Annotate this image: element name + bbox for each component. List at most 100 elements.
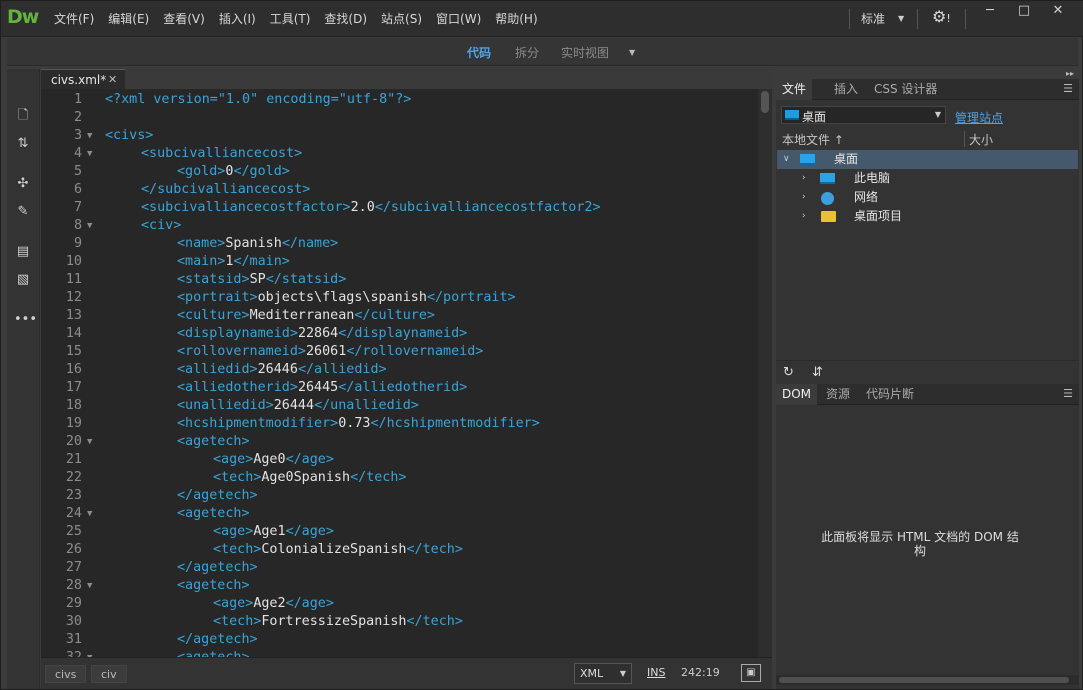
breadcrumb-civs[interactable]: civs xyxy=(45,665,87,683)
language-select[interactable]: XML ▼ xyxy=(574,663,632,684)
column-size[interactable]: 大小 xyxy=(969,131,993,148)
fold-toggle-icon[interactable]: ▼ xyxy=(87,433,92,451)
code-line[interactable]: 21 <age>Age0</age> xyxy=(41,451,758,469)
column-divider[interactable] xyxy=(964,131,965,147)
preview-icon[interactable]: ▣ xyxy=(741,664,761,682)
tree-item-this-pc[interactable]: › 此电脑 xyxy=(777,169,1078,188)
code-line[interactable]: 13 <culture>Mediterranean</culture> xyxy=(41,307,758,325)
code-line[interactable]: 32 ▼ <agetech> xyxy=(41,649,758,657)
get-files-icon[interactable]: ⇵ xyxy=(812,365,823,380)
code-line[interactable]: 27 </agetech> xyxy=(41,559,758,577)
code-line[interactable]: 10 <main>1</main> xyxy=(41,253,758,271)
workspace-switcher[interactable]: 标准 xyxy=(861,10,885,27)
menu-file[interactable]: 文件(F) xyxy=(47,1,101,37)
chevron-right-icon[interactable]: › xyxy=(802,207,806,226)
code-line[interactable]: 28 ▼ <agetech> xyxy=(41,577,758,595)
close-icon[interactable]: ✕ xyxy=(108,73,117,86)
chevron-down-icon[interactable]: ▼ xyxy=(629,48,635,57)
view-tab-live[interactable]: 实时视图 xyxy=(561,44,609,61)
maximize-button[interactable]: □ xyxy=(1007,1,1041,23)
code-line[interactable]: 31 </agetech> xyxy=(41,631,758,649)
code-line[interactable]: 6 </subcivalliancecost> xyxy=(41,181,758,199)
scrollbar-thumb[interactable] xyxy=(779,677,1069,683)
code-line[interactable]: 5 <gold>0</gold> xyxy=(41,163,758,181)
tree-item-desktop-project[interactable]: › 桌面项目 xyxy=(777,207,1078,226)
panel-menu-icon[interactable]: ☰ xyxy=(1063,82,1073,95)
view-tab-code[interactable]: 代码 xyxy=(467,44,491,61)
menu-find[interactable]: 查找(D) xyxy=(317,1,374,37)
insert-mode-indicator[interactable]: INS xyxy=(647,666,665,679)
fold-toggle-icon[interactable]: ▼ xyxy=(87,217,92,235)
chevron-right-icon[interactable]: › xyxy=(802,188,806,207)
code-line[interactable]: 7 <subcivalliancecostfactor>2.0</subcival… xyxy=(41,199,758,217)
remove-comment-icon[interactable]: ▧ xyxy=(14,271,32,289)
scrollbar-thumb[interactable] xyxy=(761,91,769,113)
code-editor[interactable]: 1 <?xml version="1.0" encoding="utf-8"?> 2… xyxy=(41,89,772,657)
menu-edit[interactable]: 编辑(E) xyxy=(101,1,156,37)
refresh-icon[interactable]: ↻ xyxy=(783,365,794,380)
tree-item-network[interactable]: › 网络 xyxy=(777,188,1078,207)
tab-css-designer[interactable]: CSS 设计器 xyxy=(868,79,943,100)
menu-site[interactable]: 站点(S) xyxy=(374,1,429,37)
code-line[interactable]: 18 <unalliedid>26444</unalliedid> xyxy=(41,397,758,415)
code-line[interactable]: 2 xyxy=(41,109,758,127)
minimize-button[interactable]: ─ xyxy=(973,1,1007,23)
breadcrumb-civ[interactable]: civ xyxy=(91,665,127,683)
view-tab-split[interactable]: 拆分 xyxy=(515,44,539,61)
tab-snippets[interactable]: 代码片断 xyxy=(860,384,920,405)
code-line[interactable]: 17 <alliedotherid>26445</alliedotherid> xyxy=(41,379,758,397)
fold-toggle-icon[interactable]: ▼ xyxy=(87,577,92,595)
fold-toggle-icon[interactable]: ▼ xyxy=(87,127,92,145)
menu-insert[interactable]: 插入(I) xyxy=(212,1,263,37)
menu-view[interactable]: 查看(V) xyxy=(156,1,212,37)
code-line[interactable]: 16 <alliedid>26446</alliedid> xyxy=(41,361,758,379)
menu-help[interactable]: 帮助(H) xyxy=(488,1,544,37)
code-line[interactable]: 22 <tech>Age0Spanish</tech> xyxy=(41,469,758,487)
code-line[interactable]: 3 ▼ <civs> xyxy=(41,127,758,145)
code-line[interactable]: 4 ▼ <subcivalliancecost> xyxy=(41,145,758,163)
column-local-files[interactable]: 本地文件 ↑ xyxy=(782,131,844,148)
tab-insert[interactable]: 插入 xyxy=(828,79,864,100)
code-line[interactable]: 29 <age>Age2</age> xyxy=(41,595,758,613)
collapse-panels-icon[interactable]: ▸▸ xyxy=(1066,69,1074,78)
menu-tools[interactable]: 工具(T) xyxy=(263,1,318,37)
chevron-down-icon[interactable]: ▼ xyxy=(898,14,904,23)
site-select[interactable]: 桌面 ▼ xyxy=(781,106,946,124)
code-line[interactable]: 14 <displaynameid>22864</displaynameid> xyxy=(41,325,758,343)
tab-files[interactable]: 文件 xyxy=(776,79,813,100)
code-line[interactable]: 15 <rollovernameid>26061</rollovernameid> xyxy=(41,343,758,361)
open-document-icon[interactable]: 🗋 xyxy=(14,107,32,125)
tab-assets[interactable]: 资源 xyxy=(820,384,856,405)
panel-menu-icon[interactable]: ☰ xyxy=(1063,387,1073,400)
chevron-down-icon[interactable]: ∨ xyxy=(783,150,790,169)
manage-sites-link[interactable]: 管理站点 xyxy=(955,109,1003,126)
tree-item-desktop[interactable]: ∨ 桌面 xyxy=(777,150,1078,169)
fold-toggle-icon[interactable]: ▼ xyxy=(87,145,92,163)
vertical-scrollbar[interactable] xyxy=(758,89,772,657)
close-button[interactable]: ✕ xyxy=(1041,1,1075,23)
menu-window[interactable]: 窗口(W) xyxy=(429,1,488,37)
code-line[interactable]: 1 <?xml version="1.0" encoding="utf-8"?> xyxy=(41,91,758,109)
code-line[interactable]: 20 ▼ <agetech> xyxy=(41,433,758,451)
code-line[interactable]: 23 </agetech> xyxy=(41,487,758,505)
code-line[interactable]: 11 <statsid>SP</statsid> xyxy=(41,271,758,289)
chevron-right-icon[interactable]: › xyxy=(802,169,806,188)
code-line[interactable]: 9 <name>Spanish</name> xyxy=(41,235,758,253)
gear-icon[interactable]: ⚙! xyxy=(932,7,951,26)
tab-dom[interactable]: DOM xyxy=(776,384,818,405)
code-line[interactable]: 25 <age>Age1</age> xyxy=(41,523,758,541)
format-source-icon[interactable]: ✎ xyxy=(14,203,32,221)
code-line[interactable]: 26 <tech>ColonializeSpanish</tech> xyxy=(41,541,758,559)
fold-toggle-icon[interactable]: ▼ xyxy=(87,649,92,657)
code-line[interactable]: 19 <hcshipmentmodifier>0.73</hcshipmentmo… xyxy=(41,415,758,433)
fold-toggle-icon[interactable]: ▼ xyxy=(87,505,92,523)
more-icon[interactable]: ••• xyxy=(14,311,37,329)
code-line[interactable]: 8 ▼ <civ> xyxy=(41,217,758,235)
apply-comment-icon[interactable]: ▤ xyxy=(14,243,32,261)
document-tab[interactable]: civs.xml* ✕ xyxy=(41,69,125,89)
code-line[interactable]: 30 <tech>FortressizeSpanish</tech> xyxy=(41,613,758,631)
expand-all-icon[interactable]: ✣ xyxy=(14,175,32,193)
code-line[interactable]: 24 ▼ <agetech> xyxy=(41,505,758,523)
horizontal-scrollbar[interactable] xyxy=(776,675,1079,685)
code-line[interactable]: 12 <portrait>objects\flags\spanish</portr… xyxy=(41,289,758,307)
